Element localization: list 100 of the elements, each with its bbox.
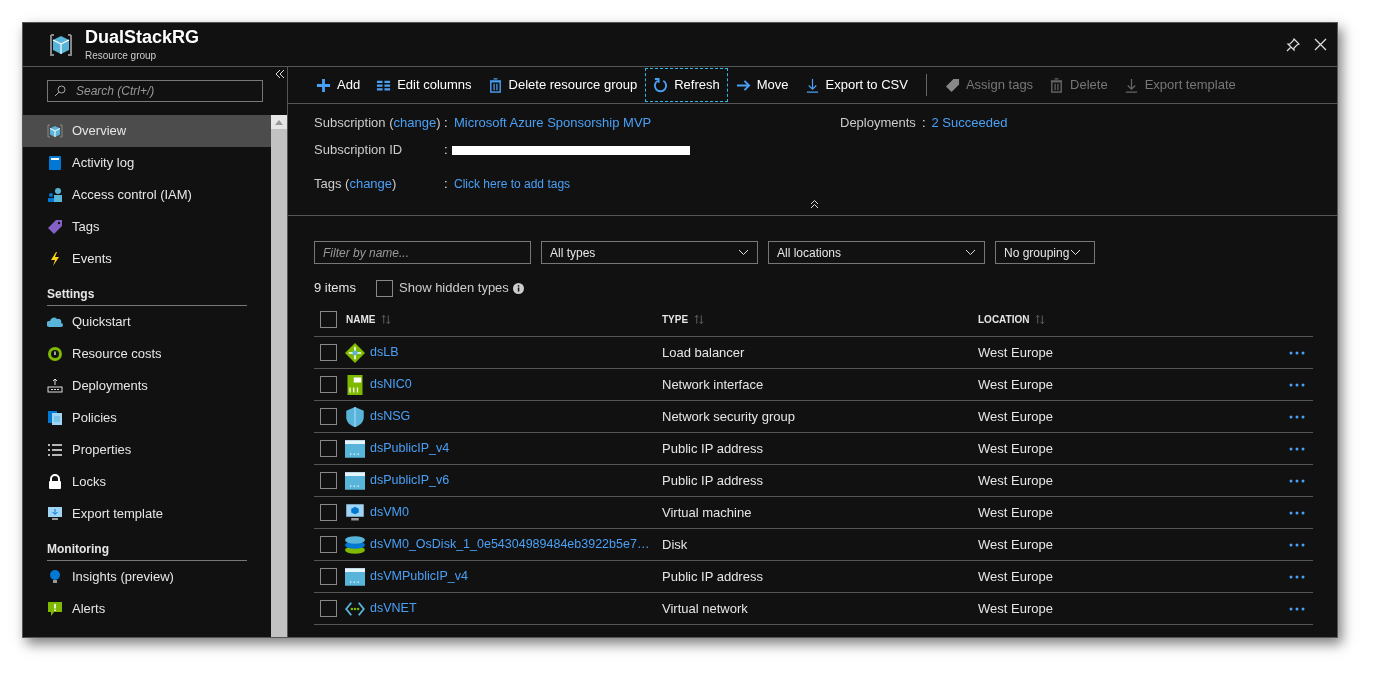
resource-link[interactable]: dsNIC0 (370, 375, 412, 394)
column-header[interactable]: TYPE (662, 311, 689, 327)
type-cell-text: Public IP address (662, 471, 764, 490)
more-icon[interactable] (1289, 446, 1305, 451)
sidebar-item[interactable]: Insights (preview) (23, 561, 271, 593)
checkbox[interactable] (320, 600, 337, 617)
sidebar-item[interactable]: Locks (23, 466, 271, 498)
resource-link[interactable]: dsVMPublicIP_v4 (370, 567, 468, 586)
lightbulb-icon (47, 569, 63, 585)
colon: : (444, 115, 448, 131)
collapse-up-icon[interactable] (810, 200, 819, 209)
toolbar-button[interactable]: Refresh (645, 68, 728, 102)
checkbox[interactable] (320, 504, 337, 521)
toolbar-button[interactable]: Edit columns (368, 68, 480, 102)
info-icon (512, 282, 524, 294)
toolbar-button[interactable]: Delete resource group (479, 68, 646, 102)
dropdown-value: All locations (777, 244, 842, 262)
resource-link[interactable]: dsVM0_OsDisk_1_0e54304989484eb3922b5e7… (370, 535, 650, 554)
sidebar-item[interactable]: Events (23, 243, 271, 275)
resource-link[interactable]: dsNSG (370, 407, 411, 426)
type-cell-text: Virtual network (662, 599, 749, 618)
monitor-icon (47, 506, 63, 522)
column-header[interactable]: LOCATION (978, 311, 1030, 327)
column-header[interactable]: NAME (346, 311, 376, 327)
checkbox[interactable] (320, 472, 337, 489)
sort-icon (1035, 313, 1046, 325)
location-cell-text: West Europe (978, 599, 1054, 618)
sidebar-item[interactable]: Policies (23, 402, 271, 434)
close-icon[interactable] (1314, 38, 1327, 51)
resource-link[interactable]: dsLB (370, 343, 399, 362)
sidebar-item[interactable]: Resource costs (23, 338, 271, 370)
sort-icon (381, 313, 392, 325)
filter-field[interactable]: Filter by name... (314, 241, 531, 264)
more-icon[interactable] (1289, 542, 1305, 547)
trash-icon (1049, 77, 1065, 93)
resource-link[interactable]: dsVM0 (370, 503, 409, 522)
location-cell-text: West Europe (978, 407, 1054, 426)
shield-icon (345, 406, 365, 427)
resource-link[interactable]: dsVNET (370, 599, 417, 618)
resource-link[interactable]: dsPublicIP_v4 (370, 439, 450, 458)
checkbox[interactable] (320, 376, 337, 393)
checkbox[interactable] (320, 440, 337, 457)
change-link[interactable]: change (349, 176, 393, 192)
types-dropdown[interactable]: All types (541, 241, 758, 264)
type-cell-text: Virtual machine (662, 503, 753, 522)
location-cell-text: West Europe (978, 535, 1054, 554)
type-cell-text: Disk (662, 535, 689, 554)
sort-icon (694, 313, 705, 325)
more-icon[interactable] (1289, 510, 1305, 515)
tags-label: Tags (change) (314, 176, 397, 192)
section-heading: Settings (47, 283, 247, 306)
monitor-icon (345, 502, 365, 523)
section-heading: Monitoring (47, 538, 247, 561)
sidebar-item[interactable]: Quickstart (23, 306, 271, 338)
checkbox[interactable] (320, 344, 337, 361)
chevron-down-icon (1070, 249, 1082, 256)
toolbar-button[interactable]: Export to CSV (796, 68, 916, 102)
sidebar-item[interactable]: Access control (IAM) (23, 179, 271, 211)
colon: : (444, 176, 448, 192)
scrollbar[interactable] (271, 115, 287, 637)
alert-icon (47, 601, 63, 617)
search-field[interactable]: Search (Ctrl+/) (47, 80, 263, 102)
checkbox[interactable] (320, 310, 337, 328)
pin-icon[interactable] (1286, 37, 1300, 52)
checkbox[interactable] (376, 279, 393, 297)
checkbox[interactable] (320, 536, 337, 553)
toolbar-button[interactable]: Add (308, 68, 369, 102)
subscription-link[interactable]: Microsoft Azure Sponsorship MVP (454, 113, 652, 133)
more-icon[interactable] (1289, 606, 1305, 611)
toolbar-button[interactable]: Move (727, 68, 797, 102)
sidebar-item[interactable]: Deployments (23, 370, 271, 402)
location-cell-text: West Europe (978, 567, 1054, 586)
people-icon (47, 187, 63, 203)
resource-link[interactable]: dsPublicIP_v6 (370, 471, 450, 490)
colon: : (921, 114, 927, 133)
more-icon[interactable] (1289, 350, 1305, 355)
cube-icon (47, 123, 63, 139)
more-icon[interactable] (1289, 382, 1305, 387)
add-tags-link[interactable]: Click here to add tags (454, 175, 571, 193)
grouping-dropdown[interactable]: No grouping (995, 241, 1095, 264)
sidebar-item[interactable]: Activity log (23, 147, 271, 179)
more-icon[interactable] (1289, 478, 1305, 483)
sidebar-item[interactable]: Overview (23, 115, 271, 147)
item-count: 9 items (314, 279, 357, 298)
locations-dropdown[interactable]: All locations (768, 241, 985, 264)
checkbox[interactable] (320, 408, 337, 425)
collapse-icon[interactable] (275, 69, 285, 79)
load-balancer-icon (345, 342, 365, 363)
sidebar-item[interactable]: Properties (23, 434, 271, 466)
checkbox[interactable] (320, 568, 337, 585)
location-cell-text: West Europe (978, 343, 1054, 362)
change-link[interactable]: change (393, 115, 437, 131)
sidebar-item[interactable]: Tags (23, 211, 271, 243)
sidebar-item[interactable]: Alerts (23, 593, 271, 625)
more-icon[interactable] (1289, 414, 1305, 419)
window-icon (345, 470, 365, 491)
deployment-icon (47, 378, 63, 394)
sidebar-item[interactable]: Export template (23, 498, 271, 530)
more-icon[interactable] (1289, 574, 1305, 579)
deployments-link[interactable]: 2 Succeeded (931, 113, 1008, 133)
